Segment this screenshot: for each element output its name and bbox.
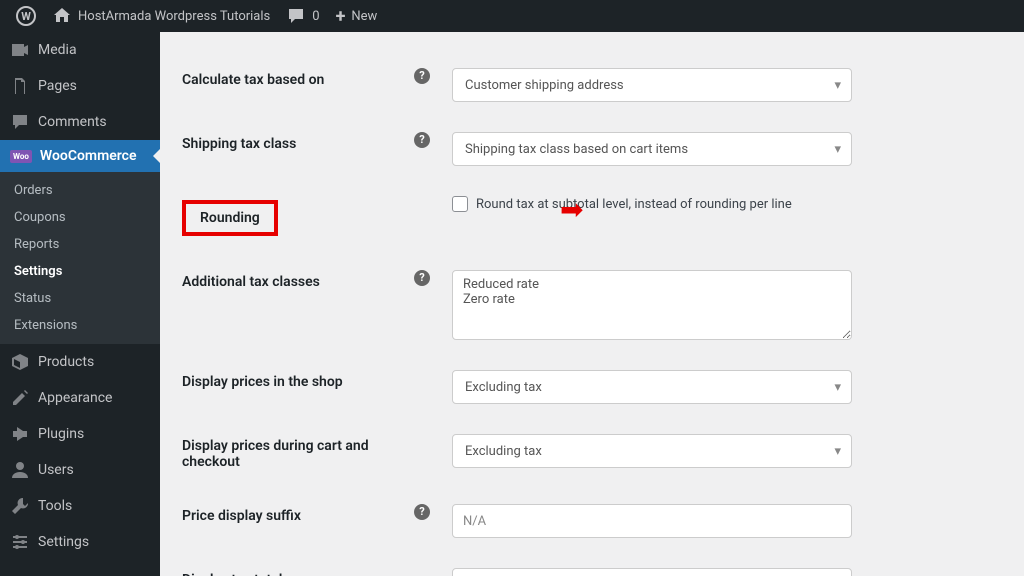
sidebar-item-label: Media <box>38 42 77 58</box>
sidebar-item-pages[interactable]: Pages <box>0 68 160 104</box>
home-icon <box>52 6 72 26</box>
site-link[interactable]: HostArmada Wordpress Tutorials <box>44 0 278 32</box>
display-cart-label: Display prices during cart and checkout <box>182 438 369 470</box>
arrow-icon: ➡ <box>560 196 583 224</box>
ship-tax-label: Shipping tax class <box>182 136 296 152</box>
wp-logo-button[interactable]: W <box>8 0 44 32</box>
rounding-label: Rounding <box>200 210 260 226</box>
calc-tax-select[interactable]: Customer shipping address <box>452 68 852 102</box>
submenu-settings[interactable]: Settings <box>0 258 160 285</box>
new-content-button[interactable]: + New <box>328 0 386 32</box>
sidebar-item-label: Tools <box>38 498 72 514</box>
site-name: HostArmada Wordpress Tutorials <box>78 9 270 24</box>
rounding-checkbox-label: Round tax at subtotal level, instead of … <box>476 197 792 212</box>
additional-tax-textarea[interactable]: Reduced rate Zero rate <box>452 270 852 340</box>
admin-bar: W HostArmada Wordpress Tutorials 0 + New <box>0 0 1024 32</box>
submenu-coupons[interactable]: Coupons <box>0 204 160 231</box>
calc-tax-label: Calculate tax based on <box>182 72 324 88</box>
submenu-extensions[interactable]: Extensions <box>0 312 160 339</box>
sidebar-item-label: Pages <box>38 78 77 94</box>
submenu-reports[interactable]: Reports <box>0 231 160 258</box>
plugins-icon <box>10 424 30 444</box>
tools-icon <box>10 496 30 516</box>
media-icon <box>10 40 30 60</box>
sidebar-item-products[interactable]: Products <box>0 344 160 380</box>
comments-count: 0 <box>312 9 319 24</box>
sidebar-item-label: WooCommerce <box>40 148 137 164</box>
sidebar-item-label: Products <box>38 354 94 370</box>
new-label: New <box>351 9 377 24</box>
sidebar-item-comments[interactable]: Comments <box>0 104 160 140</box>
sidebar-item-tools[interactable]: Tools <box>0 488 160 524</box>
settings-form: Calculate tax based on ? Customer shippi… <box>160 32 1024 576</box>
sidebar-item-woocommerce[interactable]: Woo WooCommerce <box>0 140 160 172</box>
ship-tax-select[interactable]: Shipping tax class based on cart items <box>452 132 852 166</box>
sidebar-item-users[interactable]: Users <box>0 452 160 488</box>
display-shop-select[interactable]: Excluding tax <box>452 370 852 404</box>
pages-icon <box>10 76 30 96</box>
price-suffix-label: Price display suffix <box>182 508 301 524</box>
sidebar-item-label: Plugins <box>38 426 84 442</box>
sidebar-item-plugins[interactable]: Plugins <box>0 416 160 452</box>
products-icon <box>10 352 30 372</box>
settings-icon <box>10 532 30 552</box>
sidebar-item-media[interactable]: Media <box>0 32 160 68</box>
sidebar-item-label: Settings <box>38 534 89 550</box>
help-icon[interactable]: ? <box>414 68 430 84</box>
submenu-orders[interactable]: Orders <box>0 177 160 204</box>
help-icon[interactable]: ? <box>414 504 430 520</box>
comment-icon <box>286 6 306 26</box>
rounding-highlight: Rounding <box>182 200 278 236</box>
wordpress-icon: W <box>16 6 36 26</box>
display-totals-select[interactable]: Itemized <box>452 568 852 576</box>
sidebar-item-label: Comments <box>38 114 107 130</box>
help-icon[interactable]: ? <box>414 132 430 148</box>
sidebar-item-label: Users <box>38 462 74 478</box>
woocommerce-submenu: Orders Coupons Reports Settings Status E… <box>0 172 160 344</box>
display-shop-label: Display prices in the shop <box>182 374 343 390</box>
price-suffix-input[interactable]: N/A <box>452 504 852 538</box>
submenu-status[interactable]: Status <box>0 285 160 312</box>
help-icon[interactable]: ? <box>414 270 430 286</box>
plus-icon: + <box>336 6 346 27</box>
sidebar-item-settings[interactable]: Settings <box>0 524 160 560</box>
display-cart-select[interactable]: Excluding tax <box>452 434 852 468</box>
display-totals-label: Display tax totals <box>182 572 290 576</box>
admin-sidebar: Media Pages Comments Woo WooCommerce Ord… <box>0 32 160 576</box>
users-icon <box>10 460 30 480</box>
sidebar-item-label: Appearance <box>38 390 112 406</box>
comments-link[interactable]: 0 <box>278 0 327 32</box>
additional-tax-label: Additional tax classes <box>182 274 320 290</box>
sidebar-item-appearance[interactable]: Appearance <box>0 380 160 416</box>
rounding-checkbox[interactable] <box>452 196 468 212</box>
appearance-icon <box>10 388 30 408</box>
comments-icon <box>10 112 30 132</box>
woo-icon: Woo <box>10 150 32 163</box>
